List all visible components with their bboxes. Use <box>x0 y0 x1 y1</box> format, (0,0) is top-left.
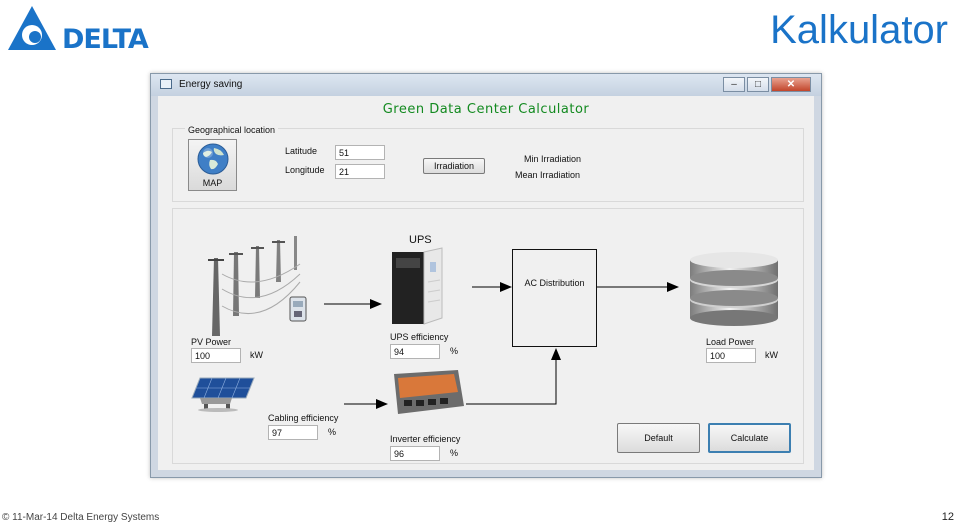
app-window-icon <box>160 79 172 89</box>
inverter-efficiency-label: Inverter efficiency <box>390 434 461 444</box>
window-titlebar[interactable]: Energy saving – □ ✕ <box>151 74 821 96</box>
app-title: Green Data Center Calculator <box>382 102 590 117</box>
minimize-button[interactable]: – <box>723 77 745 92</box>
flow-arrow-ups-to-ac <box>472 282 512 292</box>
electric-meter-icon <box>289 296 307 322</box>
cabling-efficiency-input[interactable] <box>268 425 318 440</box>
ups-cabinet-icon <box>392 247 443 325</box>
flow-arrow-inverter-to-ac <box>466 348 561 405</box>
close-button[interactable]: ✕ <box>771 77 811 92</box>
ups-title: UPS <box>409 234 432 246</box>
map-button[interactable]: MAP <box>188 139 237 191</box>
min-irradiation-label: Min Irradiation <box>524 154 582 164</box>
delta-logo: DELTA <box>8 6 150 52</box>
inverter-efficiency-input[interactable] <box>390 446 440 461</box>
energy-saving-window: Energy saving – □ ✕ Green Data Center Ca… <box>150 73 822 478</box>
logo-wordmark: DELTA <box>62 24 149 52</box>
inverter-efficiency-unit: % <box>450 448 459 458</box>
load-database-icon <box>690 252 778 326</box>
default-button[interactable]: Default <box>617 423 700 453</box>
mean-irradiation-label: Mean Irradiation <box>515 170 581 180</box>
calculate-button[interactable]: Calculate <box>708 423 791 453</box>
inverter-icon <box>394 370 464 414</box>
latitude-input[interactable] <box>335 145 385 160</box>
pv-power-unit: kW <box>250 350 263 360</box>
ups-efficiency-unit: % <box>450 346 459 356</box>
solar-panels-icon <box>191 377 255 412</box>
irradiation-button[interactable]: Irradiation <box>423 158 485 174</box>
footer-copyright: © 11-Mar-14 Delta Energy Systems <box>2 512 160 523</box>
geographical-location-label: Geographical location <box>185 125 279 135</box>
load-power-unit: kW <box>765 350 778 360</box>
flow-arrow-ac-to-load <box>597 282 679 292</box>
window-title: Energy saving <box>179 79 243 90</box>
load-power-label: Load Power <box>706 337 755 347</box>
flow-arrow-solar-to-inverter <box>344 399 388 409</box>
pv-power-label: PV Power <box>191 337 232 347</box>
pv-power-input[interactable] <box>191 348 241 363</box>
page-number: 12 <box>941 511 954 523</box>
map-button-label: MAP <box>202 178 223 188</box>
ups-efficiency-label: UPS efficiency <box>390 332 449 342</box>
longitude-label: Longitude <box>285 165 325 175</box>
window-client-area: Green Data Center Calculator Geographica… <box>158 96 814 470</box>
load-power-input[interactable] <box>706 348 756 363</box>
power-pylons-icon <box>208 236 301 336</box>
ac-distribution-label: AC Distribution <box>524 278 585 288</box>
latitude-label: Latitude <box>285 146 318 156</box>
cabling-efficiency-unit: % <box>328 427 337 437</box>
flow-arrow-pv-to-ups <box>324 299 382 309</box>
longitude-input[interactable] <box>335 164 385 179</box>
globe-icon <box>197 143 229 175</box>
maximize-button[interactable]: □ <box>747 77 769 92</box>
cabling-efficiency-label: Cabling efficiency <box>268 413 339 423</box>
geographical-location-group: Geographical location <box>172 125 804 202</box>
ups-efficiency-input[interactable] <box>390 344 440 359</box>
slide-title: Kalkulator <box>770 8 948 52</box>
ac-distribution-box: AC Distribution <box>512 249 597 347</box>
